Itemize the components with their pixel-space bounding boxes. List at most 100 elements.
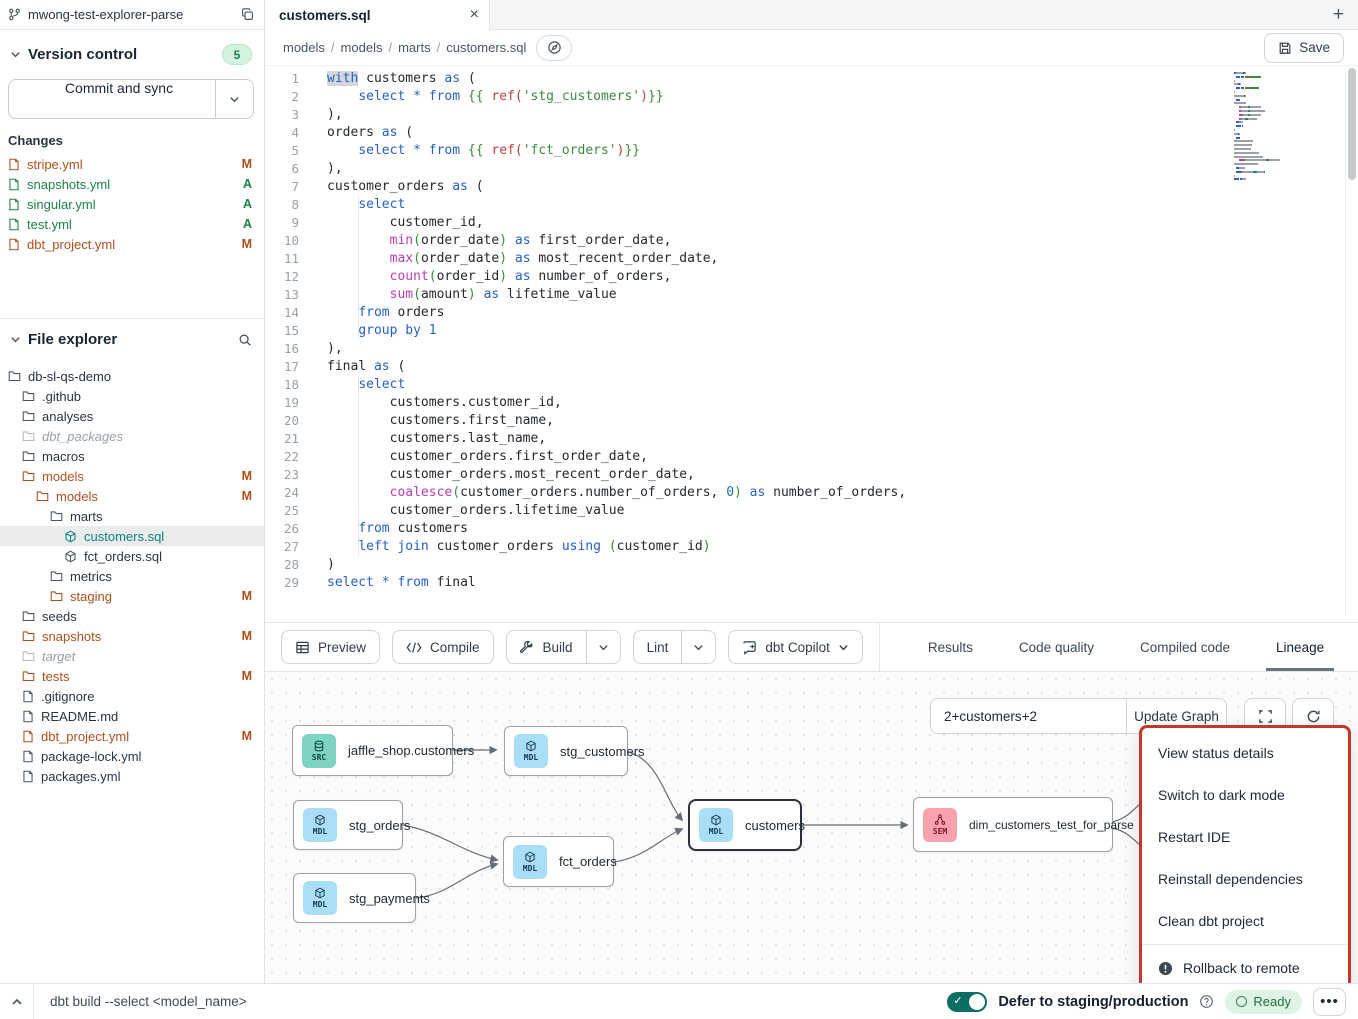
change-item[interactable]: singular.ymlA [0, 194, 264, 214]
tree-item-fct-orders-sql[interactable]: fct_orders.sql [0, 546, 264, 566]
lineage-node-customers-selected[interactable]: MDL customers [688, 799, 802, 851]
change-item[interactable]: snapshots.ymlA [0, 174, 264, 194]
code-line[interactable]: 25 customer_orders.lifetime_value [265, 502, 1358, 520]
code-line[interactable]: 22 customer_orders.first_order_date, [265, 448, 1358, 466]
build-button[interactable]: Build [507, 631, 586, 663]
code-line[interactable]: 26 from customers [265, 520, 1358, 538]
tree-item-macros[interactable]: macros [0, 446, 264, 466]
tree-item-package-lock-yml[interactable]: package-lock.yml [0, 746, 264, 766]
code-line[interactable]: 27 left join customer_orders using (cust… [265, 538, 1358, 556]
tree-item-seeds[interactable]: seeds [0, 606, 264, 626]
lineage-node-stg-customers[interactable]: MDL stg_customers [504, 726, 628, 776]
code-line[interactable]: 23 customer_orders.most_recent_order_dat… [265, 466, 1358, 484]
code-line[interactable]: 19 customers.customer_id, [265, 394, 1358, 412]
minimap[interactable] [1234, 72, 1330, 182]
tree-item-packages-yml[interactable]: packages.yml [0, 766, 264, 786]
code-line[interactable]: 16), [265, 340, 1358, 358]
commit-options-chevron[interactable] [215, 80, 253, 118]
lineage-node-fct-orders[interactable]: MDL fct_orders [503, 836, 614, 887]
compile-button[interactable]: Compile [392, 630, 494, 664]
tree-item-dbt-project-yml[interactable]: dbt_project.ymlM [0, 726, 264, 746]
change-item[interactable]: dbt_project.ymlM [0, 234, 264, 254]
code-line[interactable]: 1with customers as ( [265, 70, 1358, 88]
lineage-node-dim-customers-test-for-parse[interactable]: SEM dim_customers_test_for_parse [913, 797, 1113, 852]
dbt-copilot-button[interactable]: dbt Copilot [728, 630, 863, 664]
tree-item-models[interactable]: modelsM [0, 466, 264, 486]
tree-item-staging[interactable]: stagingM [0, 586, 264, 606]
tab-results[interactable]: Results [928, 623, 973, 671]
status-ready-badge[interactable]: Ready [1225, 990, 1302, 1014]
code-line[interactable]: 9 customer_id, [265, 214, 1358, 232]
tab-code-quality[interactable]: Code quality [1019, 623, 1094, 671]
code-line[interactable]: 18 select [265, 376, 1358, 394]
lineage-selector-input[interactable]: 2+customers+2 [931, 699, 1126, 733]
code-line[interactable]: 28) [265, 556, 1358, 574]
menu-item-view-status-details[interactable]: View status details [1142, 732, 1348, 774]
code-line[interactable]: 5 select * from {{ ref('fct_orders')}} [265, 142, 1358, 160]
code-line[interactable]: 13 sum(amount) as lifetime_value [265, 286, 1358, 304]
tree-item-analyses[interactable]: analyses [0, 406, 264, 426]
editor-scrollbar[interactable] [1345, 68, 1355, 616]
file-explorer-header[interactable]: File explorer [0, 319, 264, 358]
command-input[interactable]: dbt build --select <model_name> [50, 994, 247, 1009]
defer-toggle[interactable]: ✓ [947, 992, 987, 1012]
lineage-node-stg-orders[interactable]: MDL stg_orders [293, 800, 403, 850]
preview-button[interactable]: Preview [281, 630, 380, 664]
lint-button[interactable]: Lint [634, 631, 682, 663]
code-line[interactable]: 6), [265, 160, 1358, 178]
tree-item--gitignore[interactable]: .gitignore [0, 686, 264, 706]
close-tab-icon[interactable]: × [470, 7, 479, 23]
code-line[interactable]: 11 max(order_date) as most_recent_order_… [265, 250, 1358, 268]
expand-command-bar-button[interactable] [0, 984, 34, 1019]
breadcrumb-item[interactable]: models [283, 40, 325, 55]
change-item[interactable]: test.ymlA [0, 214, 264, 234]
copy-icon[interactable] [241, 8, 254, 21]
tree-item-snapshots[interactable]: snapshotsM [0, 626, 264, 646]
lint-options-chevron[interactable] [681, 631, 715, 663]
code-line[interactable]: 7customer_orders as ( [265, 178, 1358, 196]
tree-item--github[interactable]: .github [0, 386, 264, 406]
code-line[interactable]: 29select * from final [265, 574, 1358, 592]
tree-item-metrics[interactable]: metrics [0, 566, 264, 586]
save-button[interactable]: Save [1264, 33, 1344, 63]
breadcrumb-item[interactable]: models [341, 40, 383, 55]
code-line[interactable]: 12 count(order_id) as number_of_orders, [265, 268, 1358, 286]
breadcrumb-item[interactable]: customers.sql [446, 40, 526, 55]
tab-compiled-code[interactable]: Compiled code [1140, 623, 1230, 671]
new-tab-button[interactable]: + [1333, 5, 1344, 24]
tree-item-tests[interactable]: testsM [0, 666, 264, 686]
code-line[interactable]: 4orders as ( [265, 124, 1358, 142]
help-icon[interactable] [1199, 994, 1214, 1009]
tree-item-target[interactable]: target [0, 646, 264, 666]
code-line[interactable]: 24 coalesce(customer_orders.number_of_or… [265, 484, 1358, 502]
change-item[interactable]: stripe.ymlM [0, 154, 264, 174]
tab-customers-sql[interactable]: customers.sql × [265, 0, 490, 30]
menu-item-restart-ide[interactable]: Restart IDE [1142, 816, 1348, 858]
lineage-node-stg-payments[interactable]: MDL stg_payments [293, 873, 416, 923]
tree-item-marts[interactable]: marts [0, 506, 264, 526]
tree-item-readme-md[interactable]: README.md [0, 706, 264, 726]
code-line[interactable]: 2 select * from {{ ref('stg_customers')}… [265, 88, 1358, 106]
commit-and-sync-button[interactable]: Commit and sync [9, 80, 215, 118]
code-line[interactable]: 3), [265, 106, 1358, 124]
code-line[interactable]: 10 min(order_date) as first_order_date, [265, 232, 1358, 250]
code-line[interactable]: 14 from orders [265, 304, 1358, 322]
open-in-explorer-button[interactable] [536, 35, 572, 61]
tree-item-customers-sql[interactable]: customers.sql [0, 526, 264, 546]
menu-item-reinstall-dependencies[interactable]: Reinstall dependencies [1142, 858, 1348, 900]
build-options-chevron[interactable] [586, 631, 620, 663]
menu-item-clean-dbt-project[interactable]: Clean dbt project [1142, 900, 1348, 942]
code-line[interactable]: 15 group by 1 [265, 322, 1358, 340]
code-line[interactable]: 20 customers.first_name, [265, 412, 1358, 430]
scrollbar-thumb[interactable] [1348, 68, 1356, 180]
search-icon[interactable] [238, 333, 252, 347]
lineage-node-jaffle-shop-customers[interactable]: SRC jaffle_shop.customers [292, 725, 453, 776]
code-line[interactable]: 8 select [265, 196, 1358, 214]
code-editor[interactable]: 1with customers as (2 select * from {{ r… [265, 66, 1358, 622]
tree-item-db-sl-qs-demo[interactable]: db-sl-qs-demo [0, 366, 264, 386]
menu-item-switch-to-dark-mode[interactable]: Switch to dark mode [1142, 774, 1348, 816]
code-line[interactable]: 17final as ( [265, 358, 1358, 376]
breadcrumb-item[interactable]: marts [398, 40, 431, 55]
more-options-button[interactable]: ••• [1313, 988, 1346, 1016]
version-control-header[interactable]: Version control 5 [0, 30, 264, 75]
